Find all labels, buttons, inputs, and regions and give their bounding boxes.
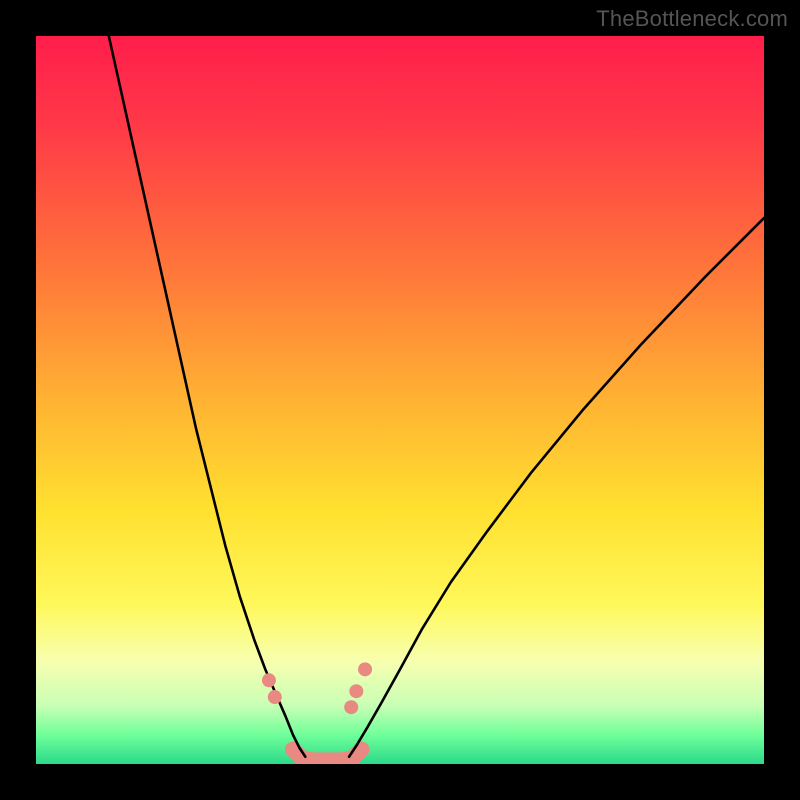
plot-area (36, 36, 764, 764)
chart-svg (36, 36, 764, 764)
marker-dot (344, 700, 358, 714)
chart-frame: TheBottleneck.com (0, 0, 800, 800)
watermark-text: TheBottleneck.com (596, 6, 788, 32)
marker-dot (268, 690, 282, 704)
background-gradient (36, 36, 764, 764)
marker-dot (358, 662, 372, 676)
marker-dot (262, 673, 276, 687)
marker-dot (349, 684, 363, 698)
